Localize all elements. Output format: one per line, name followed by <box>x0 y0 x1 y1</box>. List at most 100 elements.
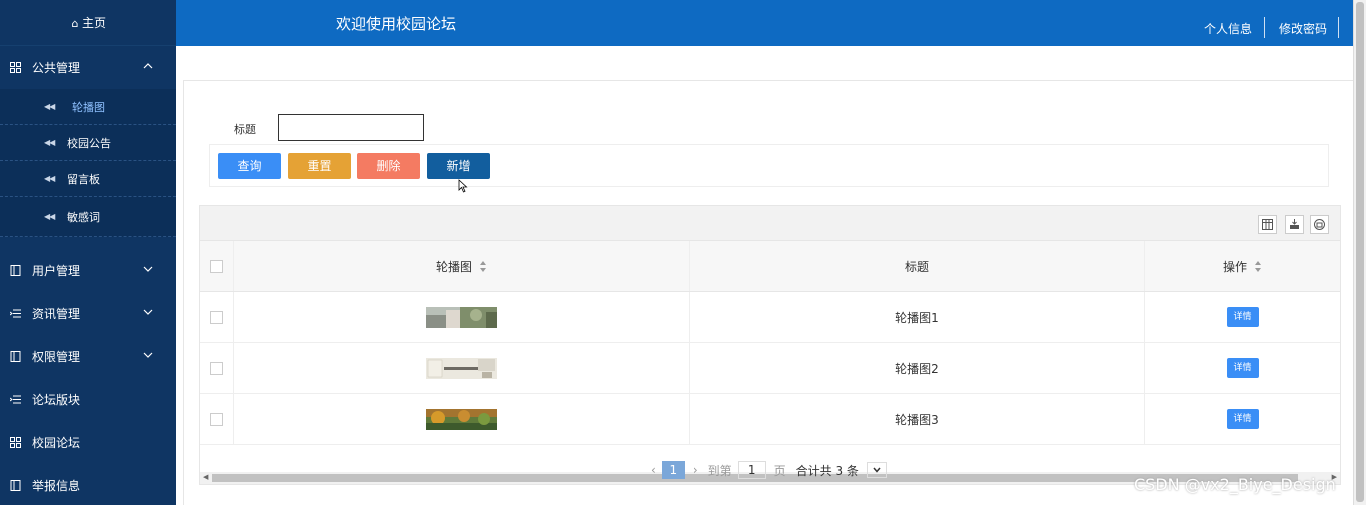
sidebar: ⌂ 主页 公共管理 ◀◀ 轮播图 ◀◀ 校园公告 ◀◀ 留言板 ◀◀ 敏感词 用户管理 资… <box>0 0 176 505</box>
page-size-select[interactable] <box>866 462 887 478</box>
change-password-link[interactable]: 修改密码 <box>1279 20 1327 37</box>
list-icon <box>9 394 21 406</box>
sidebar-item-label: 敏感词 <box>67 210 100 224</box>
title-search-input[interactable] <box>278 114 424 141</box>
table-row: 轮播图3 详情 <box>200 394 1340 445</box>
profile-link[interactable]: 个人信息 <box>1204 20 1252 37</box>
action-bar: 查询 重置 删除 新增 <box>209 144 1329 187</box>
home-label: 主页 <box>81 16 106 30</box>
chevron-down-icon <box>143 352 153 358</box>
double-left-arrow-icon: ◀◀ <box>44 102 55 111</box>
menu-group-label: 公共管理 <box>32 61 81 75</box>
delete-button[interactable]: 删除 <box>357 153 420 179</box>
actions-cell: 详情 <box>1145 394 1340 444</box>
goto-prefix: 到第 <box>707 463 732 478</box>
data-table: 轮播图 标题 操作 轮播图1 详情 轮播图2 详情 轮播图3 详情 ◀ ▶ <box>199 205 1341 485</box>
sidebar-item-label: 留言板 <box>67 172 100 186</box>
column-header-label: 轮播图 <box>435 259 472 274</box>
row-checkbox[interactable] <box>210 310 223 324</box>
detail-button[interactable]: 详情 <box>1226 307 1259 327</box>
carousel-image-cell <box>234 292 690 342</box>
carousel-image-cell <box>234 343 690 393</box>
menu-group-users[interactable]: 用户管理 <box>0 249 176 292</box>
print-icon[interactable] <box>1310 215 1329 234</box>
row-checkbox[interactable] <box>210 412 223 426</box>
actions-cell: 详情 <box>1145 292 1340 342</box>
goto-suffix: 页 <box>773 463 786 478</box>
menu-group-forum-sections[interactable]: 论坛版块 <box>0 378 176 421</box>
row-select-cell <box>200 292 234 342</box>
watermark: CSDN @vx2_Biye_Design <box>1134 475 1336 494</box>
scrollbar-thumb[interactable] <box>1356 2 1364 502</box>
menu-group-label: 论坛版块 <box>32 393 81 407</box>
query-button[interactable]: 查询 <box>218 153 281 179</box>
double-left-arrow-icon: ◀◀ <box>44 174 55 183</box>
carousel-thumbnail[interactable] <box>426 306 497 328</box>
sidebar-item-message-board[interactable]: ◀◀ 留言板 <box>0 161 176 197</box>
export-icon[interactable] <box>1285 215 1304 234</box>
book-icon <box>9 265 21 277</box>
sort-icon[interactable] <box>1255 260 1262 272</box>
sort-icon[interactable] <box>480 260 487 272</box>
page-scrollbar[interactable] <box>1353 0 1366 505</box>
chevron-up-icon <box>143 63 153 69</box>
top-header: 欢迎使用校园论坛 个人信息 修改密码 <box>176 0 1353 46</box>
column-header-actions[interactable]: 操作 <box>1145 241 1340 291</box>
chevron-down-icon <box>143 309 153 315</box>
row-title: 轮播图3 <box>895 412 939 427</box>
menu-group-campus-forum[interactable]: 校园论坛 <box>0 421 176 464</box>
double-left-arrow-icon: ◀◀ <box>44 138 55 147</box>
carousel-thumbnail[interactable] <box>426 357 497 379</box>
list-icon <box>9 308 21 320</box>
goto-page-input[interactable]: 1 <box>737 461 766 479</box>
column-header-label: 标题 <box>904 259 929 274</box>
title-search-label: 标题 <box>234 123 256 136</box>
menu-group-news[interactable]: 资讯管理 <box>0 292 176 335</box>
chevron-down-icon <box>873 467 881 473</box>
row-title: 轮播图1 <box>895 310 939 325</box>
actions-cell: 详情 <box>1145 343 1340 393</box>
menu-group-public[interactable]: 公共管理 <box>0 46 176 89</box>
next-page-icon[interactable]: › <box>693 463 698 477</box>
carousel-thumbnail[interactable] <box>426 408 497 430</box>
detail-button[interactable]: 详情 <box>1226 358 1259 378</box>
sidebar-item-sensitive-words[interactable]: ◀◀ 敏感词 <box>0 197 176 237</box>
row-select-cell <box>200 343 234 393</box>
grid-icon <box>9 437 21 449</box>
detail-button[interactable]: 详情 <box>1226 409 1259 429</box>
menu-group-reports[interactable]: 举报信息 <box>0 464 176 505</box>
reset-button[interactable]: 重置 <box>288 153 351 179</box>
select-all-checkbox[interactable] <box>210 259 223 273</box>
row-checkbox[interactable] <box>210 361 223 375</box>
carousel-image-cell <box>234 394 690 444</box>
grid-icon <box>9 62 21 74</box>
menu-group-label: 举报信息 <box>32 479 81 493</box>
row-select-cell <box>200 394 234 444</box>
scroll-left-icon[interactable]: ◀ <box>203 473 208 481</box>
menu-group-label: 权限管理 <box>32 350 81 364</box>
column-header-label: 操作 <box>1222 259 1247 274</box>
title-cell: 轮播图1 <box>690 292 1145 342</box>
title-cell: 轮播图3 <box>690 394 1145 444</box>
table-toolbar <box>200 206 1340 241</box>
page-number-current[interactable]: 1 <box>661 461 685 479</box>
header-divider <box>1264 17 1265 38</box>
columns-filter-icon[interactable] <box>1258 215 1277 234</box>
menu-group-permissions[interactable]: 权限管理 <box>0 335 176 378</box>
pagination: ‹ 1 › 到第 1 页 合计共 3 条 <box>651 459 887 481</box>
select-all-cell <box>200 241 234 291</box>
sidebar-item-campus-notice[interactable]: ◀◀ 校园公告 <box>0 125 176 161</box>
column-header-title: 标题 <box>690 241 1145 291</box>
prev-page-icon[interactable]: ‹ <box>651 463 656 477</box>
mouse-cursor-icon <box>458 179 468 193</box>
menu-group-label: 用户管理 <box>32 264 81 278</box>
row-title: 轮播图2 <box>895 361 939 376</box>
home-link[interactable]: ⌂ 主页 <box>0 0 176 46</box>
chevron-down-icon <box>143 266 153 272</box>
sidebar-item-carousel[interactable]: ◀◀ 轮播图 <box>0 89 176 125</box>
double-left-arrow-icon: ◀◀ <box>44 212 55 221</box>
table-row: 轮播图1 详情 <box>200 292 1340 343</box>
sidebar-item-label: 轮播图 <box>72 100 105 114</box>
add-button[interactable]: 新增 <box>427 153 490 179</box>
column-header-carousel[interactable]: 轮播图 <box>234 241 690 291</box>
